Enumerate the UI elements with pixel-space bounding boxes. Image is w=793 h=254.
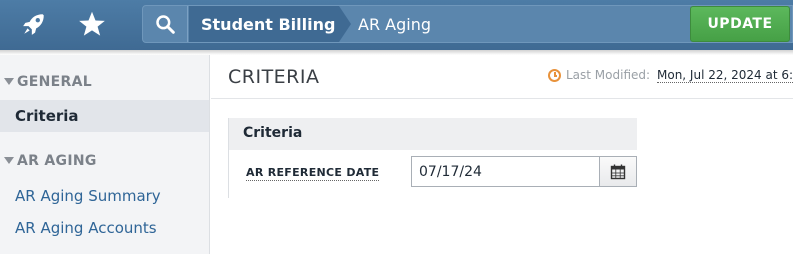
sidebar-section-title: AR AGING [17,153,97,169]
sidebar-item-ar-aging-summary[interactable]: AR Aging Summary [0,180,209,212]
divider [211,98,793,99]
rocket-icon[interactable] [12,4,56,44]
page-title: CRITERIA [228,66,320,88]
sidebar: GENERAL Criteria AR AGING AR Aging Summa… [0,55,210,254]
last-modified-label: Last Modified: [566,68,651,82]
sidebar-section-general[interactable]: GENERAL [0,69,209,97]
breadcrumb-student-billing[interactable]: Student Billing [189,6,339,42]
collapse-triangle-icon [4,78,14,85]
main-content: CRITERIA Last Modified: Mon, Jul 22, 202… [211,55,793,254]
sidebar-item-criteria[interactable]: Criteria [0,100,209,132]
breadcrumb-ar-aging: AR Aging [358,15,431,34]
ar-reference-date-label: AR REFERENCE DATE [246,166,380,181]
search-icon[interactable] [143,6,188,42]
calendar-icon[interactable] [599,156,637,187]
sidebar-section-ar-aging[interactable]: AR AGING [0,148,209,176]
ar-reference-date-input[interactable] [411,156,599,187]
sidebar-item-label: AR Aging Summary [15,187,161,205]
last-modified-value[interactable]: Mon, Jul 22, 2024 at 6: [657,68,793,83]
sidebar-item-label: Criteria [15,107,79,125]
breadcrumb-separator [339,6,351,42]
breadcrumb-primary-label: Student Billing [201,15,336,34]
collapse-triangle-icon [4,157,14,164]
panel-header: Criteria [229,118,637,150]
clock-icon [548,69,561,82]
panel-title: Criteria [243,125,303,141]
top-navigation-bar: Student Billing AR Aging UPDATE [0,0,793,50]
sidebar-item-label: AR Aging Accounts [15,219,157,237]
sidebar-section-title: GENERAL [17,74,92,90]
sidebar-item-ar-aging-accounts[interactable]: AR Aging Accounts [0,212,209,244]
star-icon[interactable] [70,4,114,44]
update-button[interactable]: UPDATE [690,6,790,42]
criteria-panel: Criteria AR REFERENCE DATE [228,118,637,198]
